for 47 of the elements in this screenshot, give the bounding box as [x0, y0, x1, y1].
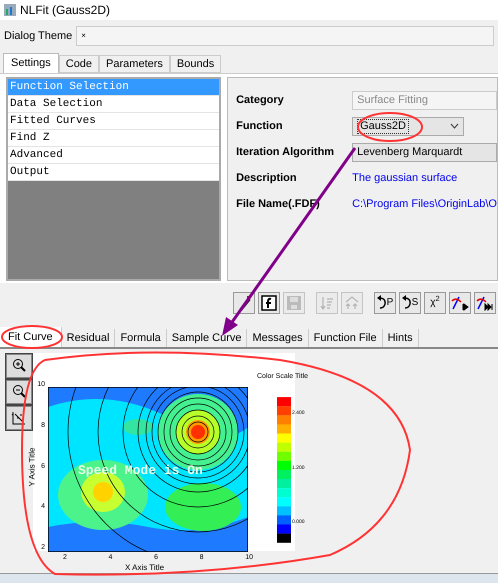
toolbar-button[interactable]: [258, 292, 280, 314]
fast-forward-icon: [476, 295, 494, 311]
sort-down-icon: [319, 295, 335, 311]
tab[interactable]: Settings: [3, 53, 59, 73]
undo-icon: [376, 295, 387, 311]
step-icon: [451, 295, 469, 311]
tree-item[interactable]: Output: [8, 164, 220, 181]
toolbar-button[interactable]: [449, 292, 471, 314]
chevron-down-icon: [450, 123, 460, 129]
toolbar-button[interactable]: χ$^{2}$: [424, 292, 446, 314]
setting-label: Iteration Algorithm: [236, 144, 336, 160]
x-axis-title: X Axis Title: [125, 564, 164, 572]
toolbar-button[interactable]: P: [374, 292, 396, 314]
zoom-out-icon: [11, 384, 27, 400]
graph-tool-button[interactable]: [6, 354, 32, 378]
y-axis-title: Y Axis Title: [28, 448, 36, 486]
function-dropdown[interactable]: Gauss2D: [352, 116, 464, 136]
tree-item[interactable]: Advanced: [8, 147, 220, 164]
function-box-icon: [261, 295, 277, 311]
annotation-ellipse: [1, 325, 63, 349]
dialog-theme-field[interactable]: ×: [76, 26, 494, 46]
dialog-theme-label: Dialog Theme: [4, 28, 72, 44]
algorithm-field[interactable]: Levenberg Marquardt: [352, 142, 497, 162]
setting-label: Function: [236, 118, 284, 134]
tab[interactable]: Bounds: [170, 55, 222, 73]
graph-tool-button[interactable]: [6, 406, 32, 430]
save-icon: [286, 295, 302, 311]
info-link[interactable]: The gaussian surface: [352, 170, 458, 186]
tree-item[interactable]: Data Selection: [8, 96, 220, 113]
toolbar-button[interactable]: S: [399, 292, 421, 314]
tree-item[interactable]: Fitted Curves: [8, 113, 220, 130]
window-title: NLFit (Gauss2D): [20, 2, 110, 19]
graph-tool-button[interactable]: [6, 380, 32, 404]
info-link[interactable]: C:\Program Files\OriginLab\O: [352, 196, 497, 212]
zoom-in-icon: [11, 358, 27, 374]
setting-label: Category: [236, 92, 285, 108]
annotation-ellipse: [357, 112, 423, 142]
app-icon: [4, 4, 16, 16]
sort-up-icon: [344, 295, 360, 311]
setting-label: Description: [236, 170, 298, 186]
category-field: Surface Fitting: [352, 90, 497, 110]
undo-icon: [402, 295, 412, 311]
tree-item[interactable]: Find Z: [8, 130, 220, 147]
rescale-icon: [11, 410, 27, 426]
toolbar-button[interactable]: [474, 292, 496, 314]
tab[interactable]: Code: [58, 55, 100, 73]
tab[interactable]: Parameters: [99, 55, 170, 73]
